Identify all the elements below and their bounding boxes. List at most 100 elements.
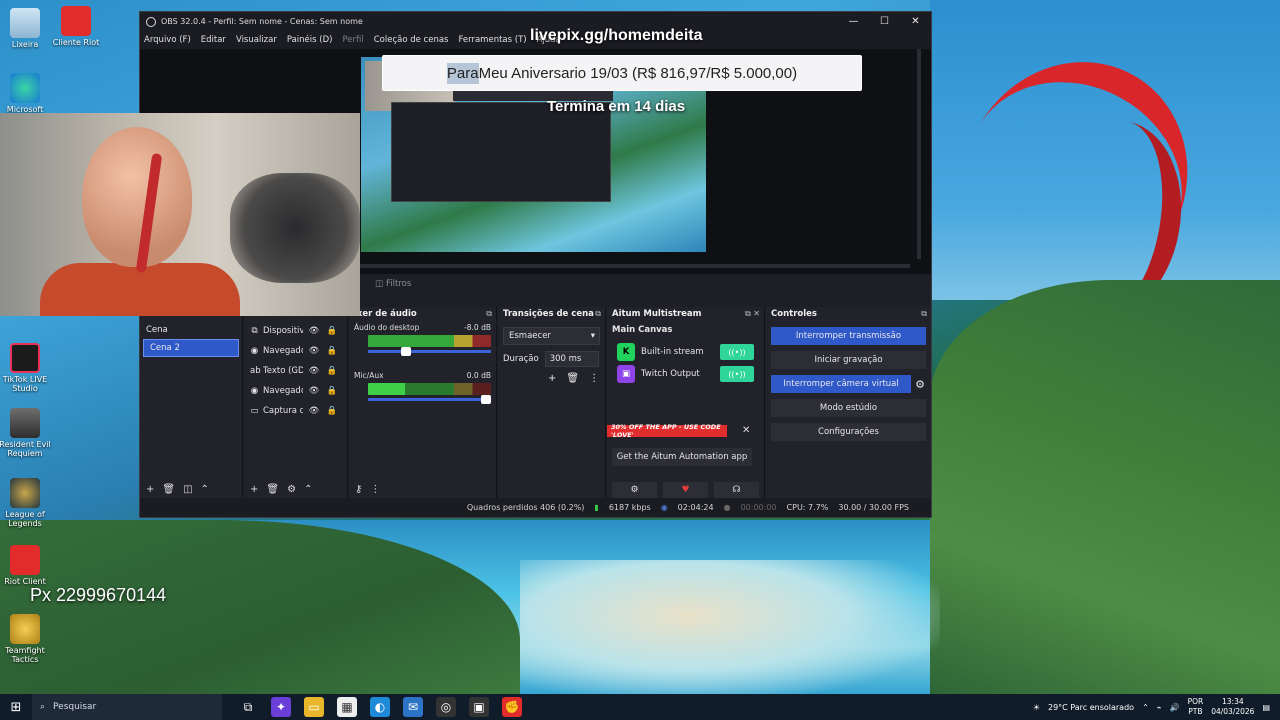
scenes-toolbar: + 🗑 ◫ ⌃ <box>140 481 242 497</box>
tft-icon <box>10 614 40 644</box>
edge-icon[interactable]: ◐ <box>370 697 390 717</box>
controls-dock: Controles ⧉ Interromper transmissão Inici… <box>766 307 931 507</box>
desktop-icon-riot-client-2[interactable]: Riot Client <box>0 545 53 586</box>
volume-slider-knob[interactable] <box>401 347 412 356</box>
record-time: 00:00:00 <box>740 503 777 512</box>
desktop-icon-tft[interactable]: Teamfight Tactics <box>0 614 53 664</box>
language-indicator[interactable]: POR PTB <box>1188 697 1204 717</box>
menu-arquivo[interactable]: Arquivo (F) <box>144 35 191 45</box>
tray-chevron-icon[interactable]: ⌃ <box>1142 703 1149 712</box>
studio-mode-button[interactable]: Modo estúdio <box>771 399 926 417</box>
desktop-icon-resident-evil[interactable]: Resident Evil Requiem <box>0 408 53 458</box>
scene-item-selected[interactable]: Cena 2 <box>143 339 239 357</box>
duration-input[interactable]: 300 ms <box>544 351 599 367</box>
lock-icon[interactable]: 🔒 <box>325 406 339 416</box>
start-recording-button[interactable]: Iniciar gravação <box>771 351 926 369</box>
network-icon[interactable]: ⌁ <box>1157 703 1162 712</box>
visibility-eye-icon[interactable]: 👁 <box>307 386 321 396</box>
undock-icon[interactable]: ⧉ ✕ <box>745 309 760 319</box>
discord-icon[interactable]: ☊ <box>714 482 759 498</box>
visibility-eye-icon[interactable]: 👁 <box>307 346 321 356</box>
lock-icon[interactable]: 🔒 <box>325 326 339 336</box>
desktop-icon-tiktok[interactable]: TikTok LIVE Studio <box>0 343 53 393</box>
desktop-icon-riot-client[interactable]: Cliente Riot <box>48 6 104 47</box>
add-transition-icon[interactable]: + <box>548 373 556 384</box>
source-item[interactable]: ⧉ Dispositiv 👁 🔒 <box>244 321 347 341</box>
transition-select[interactable]: Esmaecer ▾ <box>503 327 600 345</box>
windows-start-icon[interactable]: ⊞ <box>0 700 32 715</box>
close-button[interactable]: ✕ <box>900 16 931 27</box>
scene-item[interactable]: Cena <box>140 321 242 339</box>
lock-icon[interactable]: 🔒 <box>325 346 339 356</box>
minimize-button[interactable]: — <box>838 16 869 27</box>
source-item[interactable]: ◉ Navegadc 👁 🔒 <box>244 341 347 361</box>
volume-slider[interactable] <box>368 347 491 356</box>
desktop-icon-recycle-bin[interactable]: Lixeira <box>0 8 53 49</box>
remove-transition-icon[interactable]: 🗑 <box>566 373 579 384</box>
settings-button[interactable]: Configurações <box>771 423 926 441</box>
preview-scrollbar-vertical[interactable] <box>917 49 921 259</box>
menu-editar[interactable]: Editar <box>201 35 226 45</box>
add-source-icon[interactable]: + <box>250 484 258 495</box>
copilot-icon[interactable]: ✦ <box>271 697 291 717</box>
source-item[interactable]: ab Texto (GD 👁 🔒 <box>244 361 347 381</box>
outlook-icon[interactable]: ✉ <box>403 697 423 717</box>
aitum-toolbar: ⚙ ♥ ☊ <box>612 482 759 498</box>
riot-taskbar-icon[interactable]: ✊ <box>502 697 522 717</box>
visibility-eye-icon[interactable]: 👁 <box>307 366 321 376</box>
source-settings-icon[interactable]: ⚙ <box>287 484 296 495</box>
desktop-icon-league[interactable]: League of Legends <box>0 478 53 528</box>
menu-perfil[interactable]: Perfil <box>342 35 363 45</box>
desktop-icon-edge[interactable]: Microsoft <box>0 73 53 114</box>
file-explorer-icon[interactable]: ▭ <box>304 697 324 717</box>
maximize-button[interactable]: ☐ <box>869 16 900 27</box>
undock-icon[interactable]: ⧉ <box>595 309 601 319</box>
task-view-icon[interactable]: ⧉ <box>238 697 258 717</box>
lock-icon[interactable]: 🔒 <box>325 366 339 376</box>
weather-text[interactable]: 29°C Parc ensolarado <box>1048 703 1134 712</box>
add-scene-icon[interactable]: + <box>146 484 154 495</box>
virtual-camera-settings-icon[interactable]: ⚙ <box>915 378 925 391</box>
taskbar-search[interactable]: ⌕ Pesquisar <box>32 694 222 720</box>
source-item[interactable]: ▭ Captura d 👁 🔒 <box>244 401 347 421</box>
close-promo-icon[interactable]: ✕ <box>742 425 750 436</box>
menu-visualizar[interactable]: Visualizar <box>236 35 277 45</box>
menu-colecao[interactable]: Coleção de cenas <box>374 35 449 45</box>
menu-dots-icon[interactable]: ⋮ <box>589 373 599 384</box>
stream-toggle-button[interactable]: ((•)) <box>720 344 754 360</box>
undock-icon[interactable]: ⧉ <box>486 309 492 319</box>
move-up-icon[interactable]: ⌃ <box>304 484 312 495</box>
store-icon[interactable]: ▦ <box>337 697 357 717</box>
stop-streaming-button[interactable]: Interromper transmissão <box>771 327 926 345</box>
filters-button[interactable]: ◫ Filtros <box>375 279 411 289</box>
menu-ferramentas[interactable]: Ferramentas (T) <box>458 35 526 45</box>
stream-toggle-button[interactable]: ((•)) <box>720 366 754 382</box>
volume-slider-knob[interactable] <box>481 395 491 404</box>
source-item[interactable]: ◉ Navegadc 👁 🔒 <box>244 381 347 401</box>
remove-scene-icon[interactable]: 🗑 <box>162 484 175 495</box>
heart-icon[interactable]: ♥ <box>663 482 708 498</box>
gear-icon[interactable]: ⚙ <box>612 482 657 498</box>
volume-slider[interactable] <box>368 395 491 404</box>
move-up-icon[interactable]: ⌃ <box>201 484 209 495</box>
lock-icon[interactable]: 🔒 <box>325 386 339 396</box>
promo-banner[interactable]: 30% OFF THE APP - USE CODE 'LOVE' <box>607 423 727 439</box>
advanced-audio-icon[interactable]: ⚷ <box>355 484 362 495</box>
visibility-eye-icon[interactable]: 👁 <box>307 406 321 416</box>
menu-paineis[interactable]: Painéis (D) <box>287 35 333 45</box>
menu-dots-icon[interactable]: ⋮ <box>370 484 380 495</box>
riot-icon <box>10 545 40 575</box>
volume-icon[interactable]: 🔊 <box>1170 703 1180 712</box>
clock[interactable]: 13:34 04/03/2026 <box>1211 697 1254 717</box>
scene-filter-icon[interactable]: ◫ <box>183 484 192 495</box>
notifications-icon[interactable]: ▤ <box>1262 703 1270 712</box>
volume-meter <box>368 383 491 395</box>
undock-icon[interactable]: ⧉ <box>921 309 927 319</box>
obs-taskbar-icon[interactable]: ◎ <box>436 697 456 717</box>
capcut-icon[interactable]: ▣ <box>469 697 489 717</box>
stop-virtual-camera-button[interactable]: Interromper câmera virtual <box>771 375 912 393</box>
get-aitum-app-button[interactable]: Get the Aitum Automation app <box>612 448 752 466</box>
remove-source-icon[interactable]: 🗑 <box>266 484 279 495</box>
visibility-eye-icon[interactable]: 👁 <box>307 326 321 336</box>
wallpaper-land-right <box>930 280 1280 700</box>
